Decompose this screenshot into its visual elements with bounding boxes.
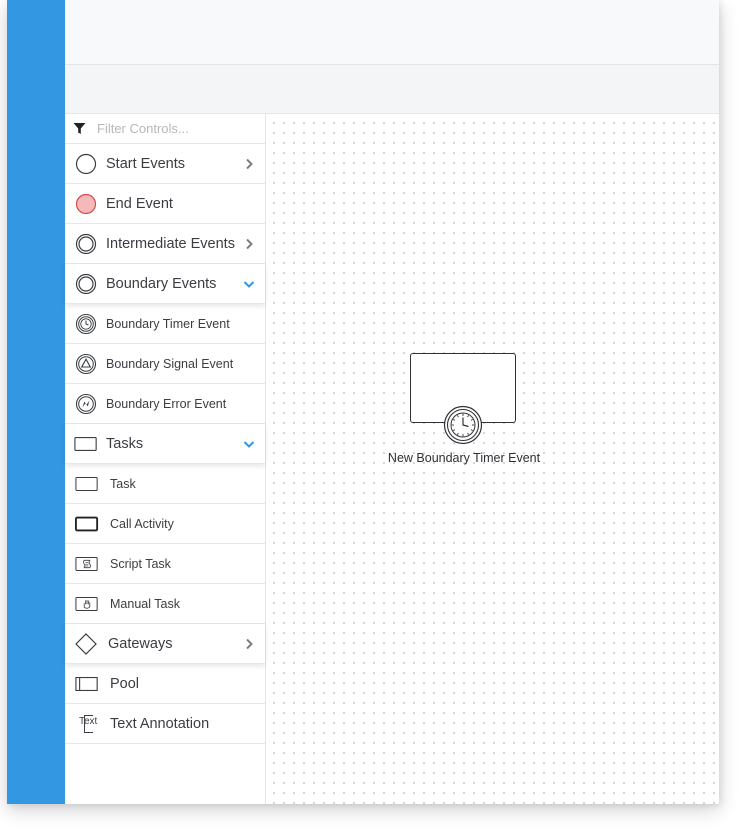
chevron-right-icon (246, 238, 253, 249)
sidebar-item-boundary-events[interactable]: Boundary Events (65, 264, 265, 304)
diagram-canvas[interactable]: New Boundary Timer Event (266, 114, 719, 804)
canvas-element-label: New Boundary Timer Event (387, 451, 541, 465)
sidebar-item-boundary-signal-event[interactable]: Boundary Signal Event (65, 344, 265, 384)
double-circle-icon (74, 232, 98, 256)
sidebar-item-label: Gateways (108, 635, 173, 652)
filter-icon (73, 123, 86, 134)
controls-sidebar: Start Events End Event Intermediate Even… (65, 114, 266, 804)
sidebar-item-script-task[interactable]: Script Task (65, 544, 265, 584)
circle-icon (74, 152, 98, 176)
chevron-right-icon (246, 158, 253, 169)
script-task-icon (75, 552, 99, 576)
signal-icon (74, 352, 98, 376)
sidebar-item-boundary-error-event[interactable]: Boundary Error Event (65, 384, 265, 424)
text-annotation-icon-text: Text (79, 715, 98, 727)
sidebar-item-label: Boundary Signal Event (106, 356, 234, 371)
boundary-timer-event-icon[interactable] (443, 405, 483, 445)
sidebar-item-label: Manual Task (110, 596, 180, 611)
sidebar-item-call-activity[interactable]: Call Activity (65, 504, 265, 544)
sidebar-item-tasks[interactable]: Tasks (65, 424, 265, 464)
sidebar-item-intermediate-events[interactable]: Intermediate Events (65, 224, 265, 264)
sidebar-item-label: Text Annotation (110, 715, 210, 732)
toolbar (65, 65, 719, 114)
error-icon (74, 392, 98, 416)
sidebar-item-end-event[interactable]: End Event (65, 184, 265, 224)
filter-controls-input[interactable] (97, 119, 257, 137)
filter-bar (65, 114, 265, 144)
text-annotation-icon: Text (74, 712, 102, 736)
manual-task-icon (75, 592, 99, 616)
double-circle-icon (74, 272, 98, 296)
chevron-down-icon (243, 280, 255, 288)
end-event-icon (74, 192, 98, 216)
sidebar-item-label: Pool (110, 675, 140, 692)
diamond-icon (74, 632, 98, 656)
sidebar-item-label: End Event (106, 195, 173, 212)
sidebar-item-label: Intermediate Events (106, 235, 235, 252)
chevron-down-icon (243, 440, 255, 448)
sidebar-item-manual-task[interactable]: Manual Task (65, 584, 265, 624)
app-window: Start Events End Event Intermediate Even… (7, 0, 719, 804)
sidebar-item-label: Boundary Error Event (106, 396, 227, 411)
chevron-right-icon (246, 638, 253, 649)
left-nav-strip (7, 0, 65, 804)
sidebar-item-label: Call Activity (110, 516, 174, 531)
timer-icon (74, 312, 98, 336)
pool-icon (75, 672, 99, 696)
sidebar-item-label: Tasks (106, 435, 144, 452)
sidebar-item-gateways[interactable]: Gateways (65, 624, 265, 664)
sidebar-item-label: Script Task (110, 556, 171, 571)
call-activity-icon (75, 512, 99, 536)
sidebar-item-label: Task (110, 476, 136, 491)
sidebar-item-pool[interactable]: Pool (65, 664, 265, 704)
sidebar-item-text-annotation[interactable]: Text Text Annotation (65, 704, 265, 744)
top-bar (65, 0, 719, 65)
sidebar-item-boundary-timer-event[interactable]: Boundary Timer Event (65, 304, 265, 344)
sidebar-item-task[interactable]: Task (65, 464, 265, 504)
sidebar-item-label: Boundary Events (106, 275, 217, 292)
task-rect-icon (75, 472, 99, 496)
task-rect-icon (74, 432, 98, 456)
sidebar-item-label: Start Events (106, 155, 185, 172)
sidebar-item-start-events[interactable]: Start Events (65, 144, 265, 184)
sidebar-item-label: Boundary Timer Event (106, 316, 230, 331)
